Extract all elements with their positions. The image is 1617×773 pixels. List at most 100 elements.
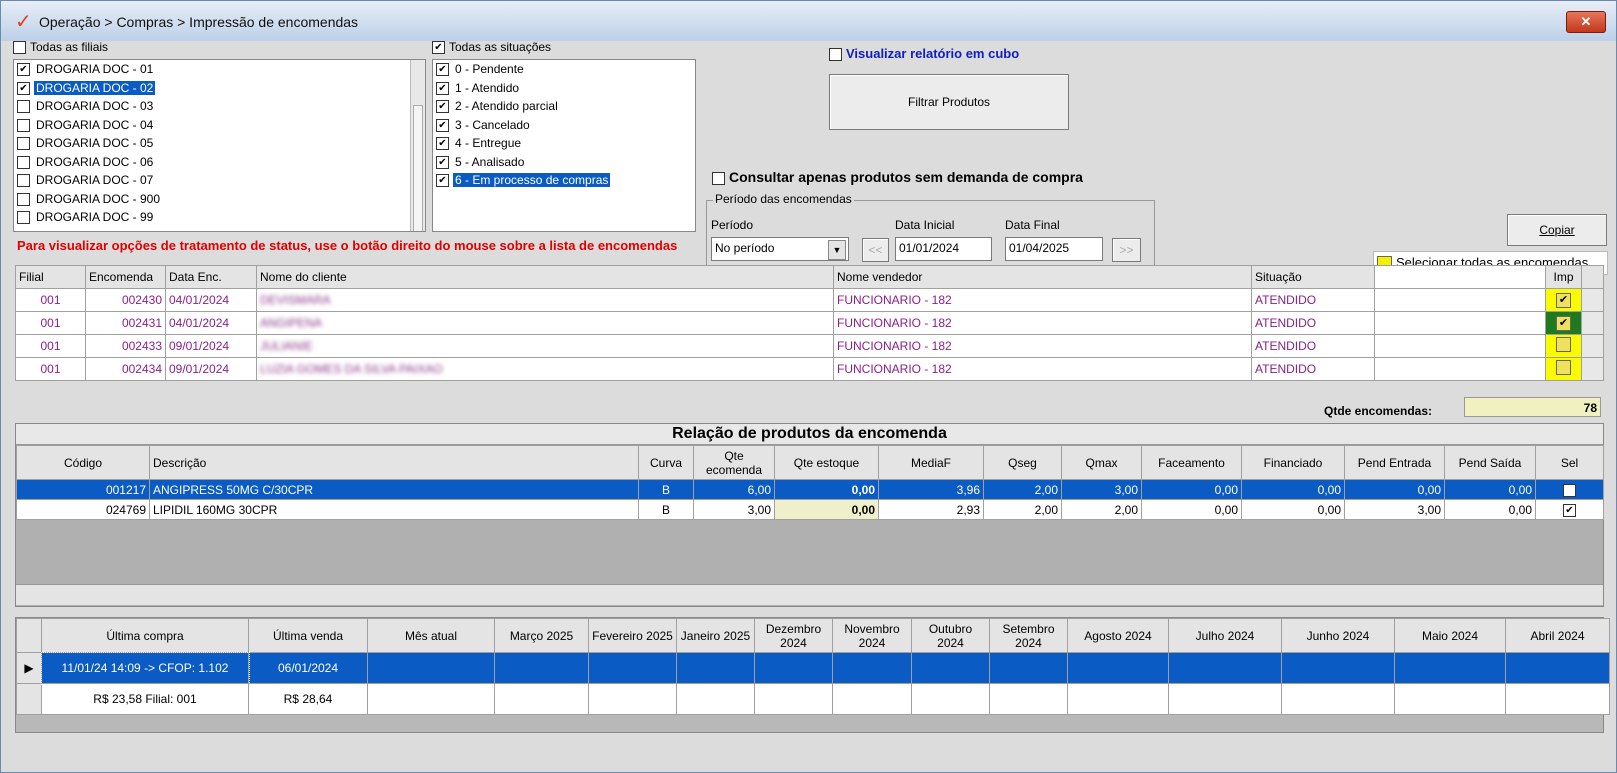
filial-item[interactable]: DROGARIA DOC - 05 — [14, 134, 425, 153]
filiais-scrollbar[interactable] — [410, 60, 425, 231]
order-imp-cell[interactable]: ✔ — [1545, 311, 1582, 335]
checkbox-icon[interactable] — [436, 174, 449, 188]
produtos-column-header[interactable]: Qmax — [1061, 445, 1142, 480]
order-encomenda-cell[interactable]: 002433 — [85, 334, 166, 358]
produto-row[interactable]: 001217 ANGIPRESS 50MG C/30CPR B 6,00 0,00 3,9… — [16, 479, 1604, 500]
filial-item[interactable]: DROGARIA DOC - 04 — [14, 116, 425, 135]
orders-column-header[interactable]: Nome do cliente — [256, 265, 834, 289]
order-encomenda-cell[interactable]: 002431 — [85, 311, 166, 335]
produto-faceamento-cell[interactable]: 0,00 — [1141, 479, 1242, 500]
historico-column-header[interactable]: Abril 2024 — [1505, 618, 1610, 653]
mes-cell[interactable] — [588, 683, 677, 715]
order-row[interactable]: 001 002431 04/01/2024 ANGIPENA FUNCIONARIO -… — [15, 311, 1604, 335]
order-imp-cell[interactable] — [1545, 334, 1582, 358]
mes-cell[interactable] — [676, 683, 755, 715]
checkbox-icon[interactable] — [436, 155, 449, 169]
order-cliente-cell[interactable]: LUZIA GOMES DA SILVA PAIXAO — [256, 357, 834, 381]
historico-column-header[interactable]: Outubro 2024 — [911, 618, 990, 653]
orders-column-header[interactable]: Imp — [1545, 265, 1582, 289]
chevron-down-icon[interactable]: ▼ — [828, 240, 846, 260]
order-row[interactable]: 001 002430 04/01/2024 DEVISMARA FUNCIONARIO … — [15, 288, 1604, 312]
orders-column-header[interactable]: Filial — [15, 265, 86, 289]
imp-checkbox-icon[interactable] — [1556, 337, 1571, 352]
produto-codigo-cell[interactable]: 024769 — [16, 499, 150, 520]
order-encomenda-cell[interactable]: 002434 — [85, 357, 166, 381]
historico-column-header[interactable]: Julho 2024 — [1168, 618, 1282, 653]
checkbox-icon[interactable] — [436, 100, 449, 114]
situacao-item[interactable]: 1 - Atendido — [433, 79, 695, 98]
produto-pend-saida-cell[interactable]: 0,00 — [1444, 479, 1536, 500]
checkbox-icon[interactable] — [17, 155, 30, 169]
data-inicial-field[interactable]: 01/01/2024 — [895, 237, 992, 261]
produto-mediaf-cell[interactable]: 2,93 — [878, 499, 984, 520]
mes-cell[interactable] — [1394, 652, 1506, 684]
mes-cell[interactable] — [1505, 652, 1610, 684]
filial-item[interactable]: DROGARIA DOC - 07 — [14, 171, 425, 190]
filial-item[interactable]: DROGARIA DOC - 01 — [14, 60, 425, 79]
historico-column-header[interactable]: Setembro 2024 — [989, 618, 1068, 653]
historico-column-header[interactable]: Mês atual — [367, 618, 495, 653]
checkbox-icon[interactable] — [17, 174, 30, 188]
mes-cell[interactable] — [676, 652, 755, 684]
sem-demanda-checkbox[interactable]: Consultar apenas produtos sem demanda de… — [712, 169, 1083, 185]
orders-scrollbar-cell[interactable] — [1581, 357, 1604, 381]
order-situacao-cell[interactable]: ATENDIDO — [1251, 334, 1375, 358]
order-filial-cell[interactable]: 001 — [15, 311, 86, 335]
orders-scrollbar-cell[interactable] — [1581, 334, 1604, 358]
checkbox-icon[interactable] — [1563, 503, 1576, 517]
orders-column-header[interactable] — [1374, 265, 1546, 289]
mes-cell[interactable] — [989, 652, 1068, 684]
close-button[interactable]: ✕ — [1566, 11, 1606, 33]
mes-cell[interactable] — [754, 652, 833, 684]
mes-cell[interactable] — [1067, 683, 1169, 715]
order-filial-cell[interactable]: 001 — [15, 357, 86, 381]
mes-cell[interactable] — [1067, 652, 1169, 684]
order-cliente-cell[interactable]: JULIANIE — [256, 334, 834, 358]
produtos-column-header[interactable]: Qte estoque — [774, 445, 879, 480]
copiar-button[interactable]: Copiar — [1507, 214, 1607, 246]
historico-column-header[interactable]: Fevereiro 2025 — [588, 618, 677, 653]
order-vendedor-cell[interactable]: FUNCIONARIO - 182 — [833, 357, 1252, 381]
orders-column-header[interactable]: Situação — [1251, 265, 1375, 289]
cubo-checkbox[interactable]: Visualizar relatório em cubo — [829, 46, 1019, 62]
filial-item[interactable]: DROGARIA DOC - 02 — [14, 79, 425, 98]
filial-item[interactable]: DROGARIA DOC - 900 — [14, 190, 425, 209]
imp-checkbox-icon[interactable]: ✔ — [1556, 293, 1571, 308]
mes-cell[interactable] — [1281, 683, 1395, 715]
order-data-cell[interactable]: 09/01/2024 — [165, 357, 257, 381]
order-imp-cell[interactable]: ✔ — [1545, 288, 1582, 312]
scrollbar-thumb[interactable] — [413, 105, 423, 231]
historico-row-compra[interactable]: ▶ 11/01/24 14:09 -> CFOP: 1.102 06/01/20… — [16, 651, 1610, 685]
produtos-column-header[interactable]: Código — [16, 445, 150, 480]
produto-pend-entrada-cell[interactable]: 0,00 — [1344, 479, 1445, 500]
mes-cell[interactable] — [367, 652, 495, 684]
historico-column-header[interactable]: Dezembro 2024 — [754, 618, 833, 653]
order-situacao-cell[interactable]: ATENDIDO — [1251, 288, 1375, 312]
produto-qte-estoque-cell[interactable]: 0,00 — [774, 499, 879, 520]
todas-filiais-checkbox[interactable]: Todas as filiais — [13, 40, 108, 55]
historico-column-header[interactable]: Agosto 2024 — [1067, 618, 1169, 653]
prev-period-button[interactable]: << — [862, 238, 889, 262]
situacao-item[interactable]: 0 - Pendente — [433, 60, 695, 79]
order-filial-cell[interactable]: 001 — [15, 334, 86, 358]
historico-column-header[interactable]: Maio 2024 — [1394, 618, 1506, 653]
historico-row-valor[interactable]: R$ 23,58 Filial: 001 R$ 28,64 — [16, 683, 1610, 715]
data-final-field[interactable]: 01/04/2025 — [1005, 237, 1103, 261]
filiais-list[interactable]: DROGARIA DOC - 01 DROGARIA DOC - 02 DROGAR… — [13, 59, 426, 232]
produto-qseg-cell[interactable]: 2,00 — [983, 499, 1062, 520]
orders-scrollbar-cell[interactable] — [1581, 311, 1604, 335]
filial-item[interactable]: DROGARIA DOC - 06 — [14, 153, 425, 172]
produtos-column-header[interactable]: Pend Entrada — [1344, 445, 1445, 480]
orders-column-header[interactable]: Data Enc. — [165, 265, 257, 289]
checkbox-icon[interactable] — [17, 192, 30, 206]
situacao-item[interactable]: 3 - Cancelado — [433, 116, 695, 135]
checkbox-icon[interactable] — [17, 137, 30, 151]
checkbox-icon[interactable] — [436, 137, 449, 151]
produto-qmax-cell[interactable]: 2,00 — [1061, 499, 1142, 520]
order-situacao-cell[interactable]: ATENDIDO — [1251, 311, 1375, 335]
checkbox-icon[interactable] — [432, 41, 445, 55]
filtrar-produtos-button[interactable]: Filtrar Produtos — [829, 74, 1069, 130]
checkbox-icon[interactable] — [712, 171, 725, 185]
order-row[interactable]: 001 002434 09/01/2024 LUZIA GOMES DA SILVA … — [15, 357, 1604, 381]
historico-column-header[interactable]: Novembro 2024 — [832, 618, 912, 653]
